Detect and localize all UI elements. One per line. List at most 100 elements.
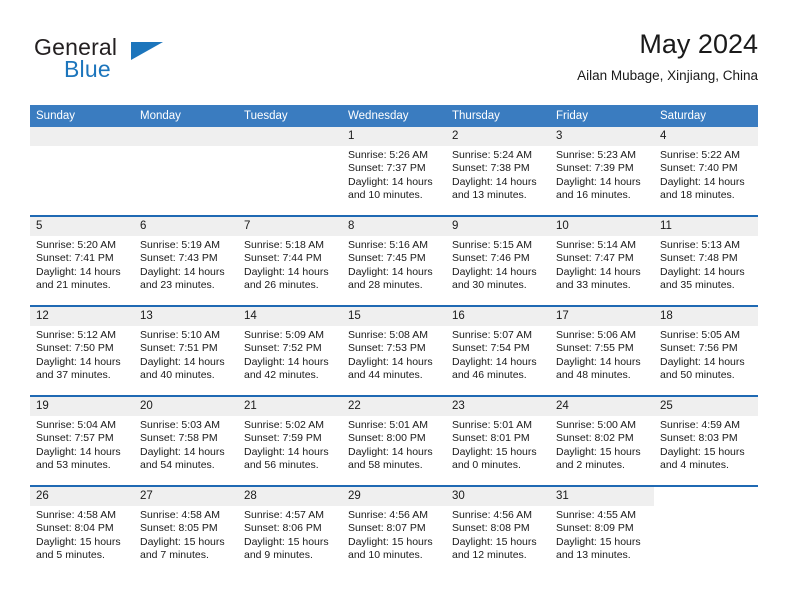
calendar-day-cell[interactable]: 14 Sunrise: 5:09 AM Sunset: 7:52 PM Dayligh… [238,307,342,395]
calendar-day-cell[interactable]: 13 Sunrise: 5:10 AM Sunset: 7:51 PM Dayligh… [134,307,238,395]
calendar-day-cell[interactable]: 2 Sunrise: 5:24 AM Sunset: 7:38 PM Daylight… [446,127,550,215]
day-number: 12 [30,307,134,326]
day-number: 13 [134,307,238,326]
daylight-text: Daylight: 14 hours and 23 minutes. [140,265,225,292]
daylight-text: Daylight: 15 hours and 9 minutes. [244,535,329,562]
sunset-text: Sunset: 7:57 PM [36,432,114,445]
calendar-day-cell[interactable]: 12 Sunrise: 5:12 AM Sunset: 7:50 PM Dayligh… [30,307,134,395]
day-number [30,127,134,146]
day-number: 5 [30,217,134,236]
calendar-day-cell[interactable]: 22 Sunrise: 5:01 AM Sunset: 8:00 PM Dayligh… [342,397,446,485]
general-blue-logo: General Blue [34,34,234,92]
calendar-day-cell[interactable]: 21 Sunrise: 5:02 AM Sunset: 7:59 PM Dayligh… [238,397,342,485]
day-number: 19 [30,397,134,416]
day-sun-info: Sunrise: 5:23 AM Sunset: 7:39 PM Daylight:… [550,146,654,203]
calendar-day-cell[interactable]: 5 Sunrise: 5:20 AM Sunset: 7:41 PM Daylight… [30,217,134,305]
day-number: 3 [550,127,654,146]
day-number: 18 [654,307,758,326]
calendar-day-cell[interactable]: 29 Sunrise: 4:56 AM Sunset: 8:07 PM Dayligh… [342,487,446,575]
daylight-text: Daylight: 15 hours and 0 minutes. [452,445,537,472]
sunset-text: Sunset: 7:59 PM [244,432,322,445]
weekday-header-thursday: Thursday [452,110,500,122]
calendar-day-cell[interactable]: 3 Sunrise: 5:23 AM Sunset: 7:39 PM Daylight… [550,127,654,215]
page-header: General Blue May 2024 Ailan Mubage, Xinj… [34,28,758,98]
weekday-header-friday: Friday [556,110,588,122]
calendar-day-cell[interactable]: 6 Sunrise: 5:19 AM Sunset: 7:43 PM Daylight… [134,217,238,305]
day-sun-info: Sunrise: 4:55 AM Sunset: 8:09 PM Daylight:… [550,506,654,563]
calendar-day-cell[interactable]: 15 Sunrise: 5:08 AM Sunset: 7:53 PM Dayligh… [342,307,446,395]
daylight-text: Daylight: 14 hours and 35 minutes. [660,265,745,292]
daylight-text: Daylight: 15 hours and 2 minutes. [556,445,641,472]
day-sun-info: Sunrise: 5:00 AM Sunset: 8:02 PM Daylight:… [550,416,654,473]
sunset-text: Sunset: 7:51 PM [140,342,218,355]
calendar-empty-cell [30,127,134,215]
day-number: 7 [238,217,342,236]
sunset-text: Sunset: 7:55 PM [556,342,634,355]
sunset-text: Sunset: 7:45 PM [348,252,426,265]
daylight-text: Daylight: 15 hours and 4 minutes. [660,445,745,472]
calendar-day-cell[interactable]: 8 Sunrise: 5:16 AM Sunset: 7:45 PM Daylight… [342,217,446,305]
sunrise-text: Sunrise: 5:16 AM [348,239,428,251]
day-number: 8 [342,217,446,236]
calendar-day-cell[interactable]: 30 Sunrise: 4:56 AM Sunset: 8:08 PM Dayligh… [446,487,550,575]
calendar-day-cell[interactable]: 25 Sunrise: 4:59 AM Sunset: 8:03 PM Dayligh… [654,397,758,485]
day-number: 4 [654,127,758,146]
daylight-text: Daylight: 14 hours and 26 minutes. [244,265,329,292]
daylight-text: Daylight: 15 hours and 12 minutes. [452,535,537,562]
calendar-week-row: 26 Sunrise: 4:58 AM Sunset: 8:04 PM Dayligh… [30,485,758,575]
calendar-week-row: 12 Sunrise: 5:12 AM Sunset: 7:50 PM Dayligh… [30,305,758,395]
calendar-empty-cell [134,127,238,215]
daylight-text: Daylight: 14 hours and 50 minutes. [660,355,745,382]
sunrise-text: Sunrise: 5:26 AM [348,149,428,161]
day-number: 22 [342,397,446,416]
sunrise-text: Sunrise: 5:20 AM [36,239,116,251]
calendar-page: General Blue May 2024 Ailan Mubage, Xinj… [0,0,792,612]
day-sun-info: Sunrise: 4:58 AM Sunset: 8:05 PM Daylight:… [134,506,238,563]
daylight-text: Daylight: 14 hours and 33 minutes. [556,265,641,292]
sunset-text: Sunset: 8:04 PM [36,522,114,535]
day-number: 29 [342,487,446,506]
daylight-text: Daylight: 14 hours and 40 minutes. [140,355,225,382]
sunrise-text: Sunrise: 5:14 AM [556,239,636,251]
page-subtitle: Ailan Mubage, Xinjiang, China [577,68,758,83]
calendar-day-cell[interactable]: 28 Sunrise: 4:57 AM Sunset: 8:06 PM Dayligh… [238,487,342,575]
weekday-header-row: Sunday Monday Tuesday Wednesday Thursday Frid… [30,105,758,127]
sunset-text: Sunset: 7:43 PM [140,252,218,265]
sunrise-text: Sunrise: 5:03 AM [140,419,220,431]
day-sun-info: Sunrise: 5:05 AM Sunset: 7:56 PM Daylight:… [654,326,758,383]
calendar-day-cell[interactable]: 10 Sunrise: 5:14 AM Sunset: 7:47 PM Dayligh… [550,217,654,305]
calendar-day-cell[interactable]: 1 Sunrise: 5:26 AM Sunset: 7:37 PM Daylight… [342,127,446,215]
calendar-day-cell[interactable]: 19 Sunrise: 5:04 AM Sunset: 7:57 PM Dayligh… [30,397,134,485]
day-sun-info: Sunrise: 4:57 AM Sunset: 8:06 PM Daylight:… [238,506,342,563]
calendar-day-cell[interactable]: 23 Sunrise: 5:01 AM Sunset: 8:01 PM Dayligh… [446,397,550,485]
calendar-day-cell[interactable]: 18 Sunrise: 5:05 AM Sunset: 7:56 PM Dayligh… [654,307,758,395]
calendar-weeks: 1 Sunrise: 5:26 AM Sunset: 7:37 PM Daylight… [30,127,758,575]
calendar-day-cell[interactable]: 24 Sunrise: 5:00 AM Sunset: 8:02 PM Dayligh… [550,397,654,485]
daylight-text: Daylight: 14 hours and 13 minutes. [452,175,537,202]
calendar-day-cell[interactable]: 16 Sunrise: 5:07 AM Sunset: 7:54 PM Dayligh… [446,307,550,395]
day-number: 28 [238,487,342,506]
calendar-day-cell[interactable]: 31 Sunrise: 4:55 AM Sunset: 8:09 PM Dayligh… [550,487,654,575]
sunset-text: Sunset: 7:54 PM [452,342,530,355]
calendar-day-cell[interactable]: 7 Sunrise: 5:18 AM Sunset: 7:44 PM Daylight… [238,217,342,305]
day-number: 9 [446,217,550,236]
sunset-text: Sunset: 7:53 PM [348,342,426,355]
day-number [238,127,342,146]
day-number: 6 [134,217,238,236]
day-sun-info: Sunrise: 5:10 AM Sunset: 7:51 PM Daylight:… [134,326,238,383]
day-sun-info: Sunrise: 5:07 AM Sunset: 7:54 PM Daylight:… [446,326,550,383]
calendar-day-cell[interactable]: 26 Sunrise: 4:58 AM Sunset: 8:04 PM Dayligh… [30,487,134,575]
calendar-day-cell[interactable]: 20 Sunrise: 5:03 AM Sunset: 7:58 PM Dayligh… [134,397,238,485]
sunset-text: Sunset: 8:06 PM [244,522,322,535]
sunrise-text: Sunrise: 5:24 AM [452,149,532,161]
calendar-day-cell[interactable]: 4 Sunrise: 5:22 AM Sunset: 7:40 PM Daylight… [654,127,758,215]
calendar-day-cell[interactable]: 9 Sunrise: 5:15 AM Sunset: 7:46 PM Daylight… [446,217,550,305]
calendar-day-cell[interactable]: 27 Sunrise: 4:58 AM Sunset: 8:05 PM Dayligh… [134,487,238,575]
sunset-text: Sunset: 8:01 PM [452,432,530,445]
day-number: 16 [446,307,550,326]
day-number: 17 [550,307,654,326]
sunrise-text: Sunrise: 5:10 AM [140,329,220,341]
calendar-day-cell[interactable]: 11 Sunrise: 5:13 AM Sunset: 7:48 PM Dayligh… [654,217,758,305]
calendar-day-cell[interactable]: 17 Sunrise: 5:06 AM Sunset: 7:55 PM Dayligh… [550,307,654,395]
sunrise-text: Sunrise: 4:58 AM [36,509,116,521]
